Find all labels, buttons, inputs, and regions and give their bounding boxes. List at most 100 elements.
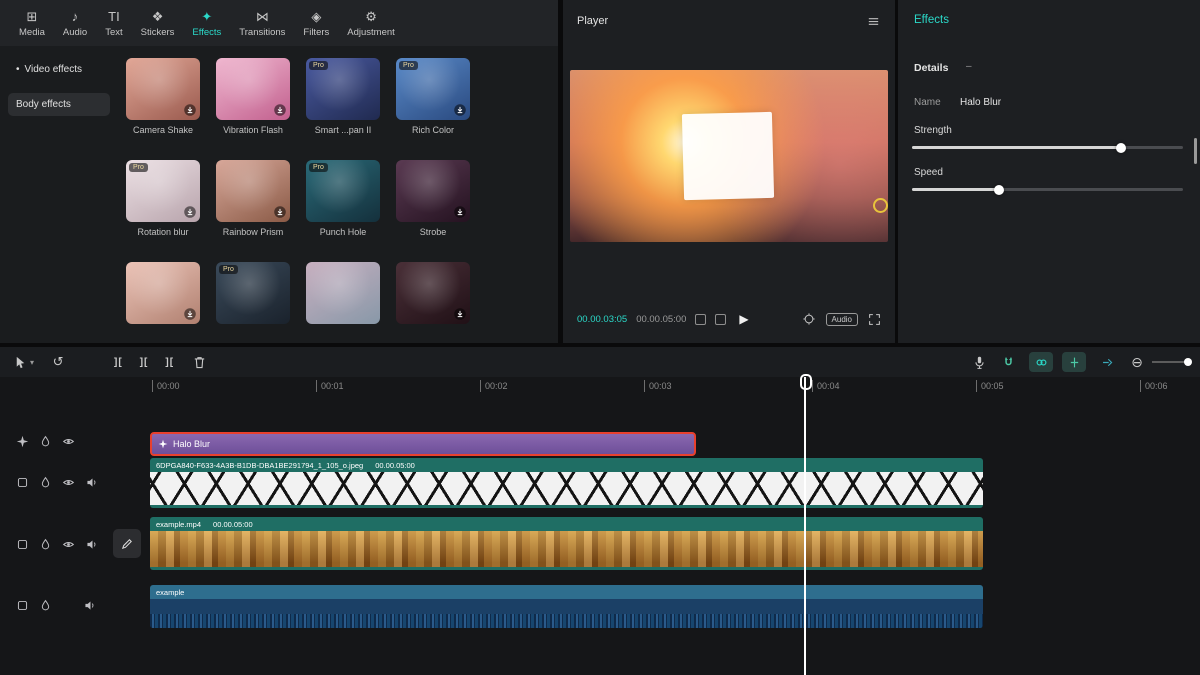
image-track-controls [0, 476, 98, 489]
mute-icon[interactable] [83, 599, 96, 612]
tab-transitions[interactable]: ⋈Transitions [230, 5, 294, 42]
speed-slider-handle[interactable] [994, 185, 1004, 195]
effect-card-rich-color[interactable]: Pro Rich Color [396, 58, 470, 136]
eye-icon[interactable] [62, 476, 75, 489]
preview-axis-icon[interactable] [1062, 352, 1086, 372]
download-icon[interactable] [453, 307, 467, 321]
download-icon[interactable] [183, 307, 197, 321]
effect-card-rainbow-prism[interactable]: Rainbow Prism [216, 160, 290, 238]
effect-thumbnail[interactable] [396, 160, 470, 222]
panel-scrollbar[interactable] [1194, 138, 1197, 164]
track-type-icon [16, 476, 29, 489]
tab-effects[interactable]: ✦Effects [183, 5, 230, 42]
effect-label: Rotation blur [126, 227, 200, 238]
tab-text[interactable]: TIText [96, 5, 131, 42]
effect-card-punch-hole[interactable]: Pro Punch Hole [306, 160, 380, 238]
collapse-icon[interactable]: – [966, 61, 972, 72]
speed-slider[interactable] [912, 188, 1183, 191]
linkage-icon[interactable] [1029, 352, 1053, 372]
select-tool-chevron-icon[interactable]: ▾ [30, 358, 34, 367]
player-title: Player [577, 15, 608, 27]
effect-card[interactable] [126, 262, 200, 340]
eye-icon[interactable] [62, 538, 75, 551]
zoom-out-icon[interactable]: ⊖ [1129, 353, 1145, 371]
effects-category-sidebar: • Video effects Body effects [0, 46, 118, 343]
droplet-icon[interactable] [39, 435, 52, 448]
zoom-slider[interactable] [1152, 361, 1188, 363]
zoom-slider-handle[interactable] [1184, 358, 1192, 366]
time-ruler[interactable]: 00:00 00:01 00:02 00:03 00:04 00:05 00:0… [0, 377, 1200, 397]
delete-right-icon[interactable]: ][ [165, 357, 174, 368]
effect-thumbnail[interactable] [126, 262, 200, 324]
mute-icon[interactable] [85, 538, 98, 551]
details-section-label[interactable]: Details [914, 62, 948, 74]
effect-clip-halo-blur[interactable]: Halo Blur [150, 432, 696, 456]
select-tool-icon[interactable] [12, 353, 28, 371]
eye-icon[interactable] [62, 435, 75, 448]
effect-thumbnail[interactable] [306, 262, 380, 324]
main-track-magnet-icon[interactable] [996, 352, 1020, 372]
download-icon[interactable] [183, 103, 197, 117]
record-voiceover-icon[interactable] [971, 353, 987, 371]
mute-icon[interactable] [85, 476, 98, 489]
effect-thumbnail[interactable] [216, 58, 290, 120]
delete-icon[interactable] [191, 353, 207, 371]
strength-slider[interactable] [912, 146, 1183, 149]
ruler-label: 00:05 [976, 380, 1004, 392]
effect-card-strobe[interactable]: Strobe [396, 160, 470, 238]
strength-slider-handle[interactable] [1116, 143, 1126, 153]
delete-left-icon[interactable]: ][ [140, 357, 149, 368]
tab-media[interactable]: ⊞Media [10, 5, 54, 42]
pause-button[interactable] [695, 314, 706, 325]
speed-slider-fill [912, 188, 999, 191]
audio-quality-badge[interactable]: Audio [826, 313, 858, 326]
effect-card[interactable] [306, 262, 380, 340]
download-icon[interactable] [273, 103, 287, 117]
effect-thumbnail[interactable]: Pro [306, 58, 380, 120]
download-icon[interactable] [183, 205, 197, 219]
auto-ripple-icon[interactable] [1095, 352, 1119, 372]
snapshot-icon[interactable] [802, 312, 816, 326]
tab-stickers[interactable]: ❖Stickers [132, 5, 184, 42]
sidebar-item-body-effects[interactable]: Body effects [8, 93, 110, 116]
download-icon[interactable] [453, 205, 467, 219]
effect-thumbnail[interactable]: Pro [306, 160, 380, 222]
video-clip[interactable]: example.mp4 00.00.05:00 [150, 517, 983, 570]
effect-card[interactable] [396, 262, 470, 340]
tab-audio[interactable]: ♪Audio [54, 5, 96, 42]
download-icon[interactable] [453, 103, 467, 117]
playhead-handle[interactable] [800, 374, 812, 390]
image-clip[interactable]: 6DPGA840-F633-4A3B-B1DB-DBA1BE291794_1_1… [150, 458, 983, 508]
droplet-icon[interactable] [39, 599, 52, 612]
effect-card-rotation-blur[interactable]: Pro Rotation blur [126, 160, 200, 238]
tab-filters[interactable]: ◈Filters [294, 5, 338, 42]
download-icon[interactable] [273, 205, 287, 219]
effect-thumbnail[interactable] [216, 160, 290, 222]
effect-thumbnail[interactable]: Pro [126, 160, 200, 222]
split-icon[interactable]: ][ [114, 357, 123, 368]
tab-adjustment[interactable]: ⚙Adjustment [338, 5, 404, 42]
edit-track-button[interactable] [113, 529, 141, 558]
effect-thumbnail[interactable] [396, 262, 470, 324]
droplet-icon[interactable] [39, 476, 52, 489]
effect-name-value: Halo Blur [960, 97, 1001, 108]
droplet-icon[interactable] [39, 538, 52, 551]
effect-thumbnail[interactable]: Pro [396, 58, 470, 120]
play-button[interactable]: ▶ [739, 312, 748, 326]
tab-label: Adjustment [347, 27, 395, 38]
effect-thumbnail[interactable]: Pro [216, 262, 290, 324]
effect-thumbnail[interactable] [126, 58, 200, 120]
stop-button[interactable] [715, 314, 726, 325]
effect-card-smart-pan[interactable]: Pro Smart ...pan II [306, 58, 380, 136]
effect-card-camera-shake[interactable]: Camera Shake [126, 58, 200, 136]
player-menu-icon[interactable] [866, 14, 881, 29]
media-tabs: ⊞Media ♪Audio TIText ❖Stickers ✦Effects … [0, 0, 558, 46]
sidebar-item-video-effects[interactable]: • Video effects [8, 58, 110, 81]
fullscreen-icon[interactable] [868, 313, 881, 326]
effect-card[interactable]: Pro [216, 262, 290, 340]
effect-card-vibration-flash[interactable]: Vibration Flash [216, 58, 290, 136]
effect-label: Smart ...pan II [306, 125, 380, 136]
undo-icon[interactable]: ↺ [50, 353, 66, 371]
audio-clip[interactable]: example [150, 585, 983, 628]
ruler-label: 00:06 [1140, 380, 1168, 392]
